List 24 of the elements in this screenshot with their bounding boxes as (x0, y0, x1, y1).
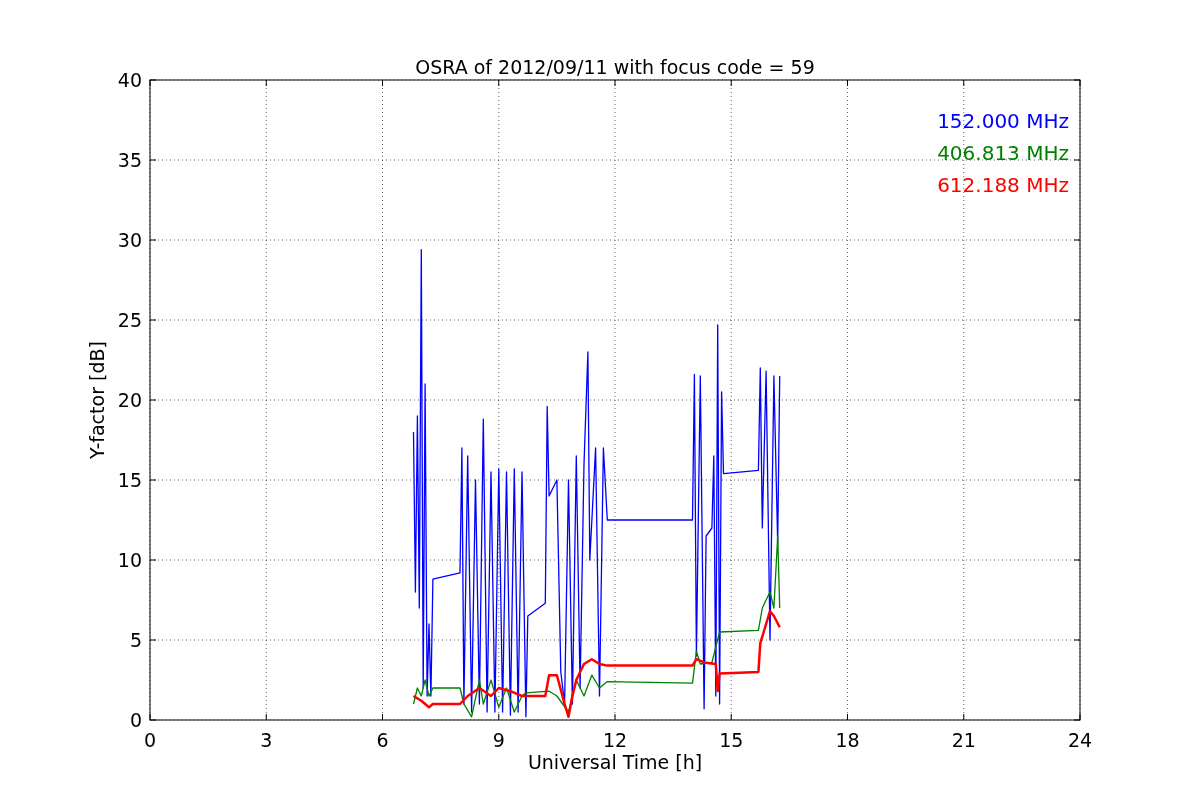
tick-label: 0 (129, 709, 142, 731)
legend-label: 406.813 MHz (937, 141, 1069, 165)
legend-label: 152.000 MHz (937, 109, 1069, 133)
legend-label: 612.188 MHz (937, 173, 1069, 197)
tick-label: 6 (376, 729, 389, 751)
x-axis-label: Universal Time [h] (527, 751, 703, 773)
tick-label: 25 (117, 309, 142, 331)
tick-label: 5 (129, 629, 142, 651)
tick-label: 24 (1067, 729, 1093, 751)
tick-label: 35 (117, 149, 142, 171)
tick-label: 21 (951, 729, 976, 751)
tick-label: 12 (602, 729, 628, 751)
tick-label: 15 (719, 729, 744, 751)
tick-label: 9 (492, 729, 505, 751)
tick-label: 18 (835, 729, 860, 751)
tick-label: 3 (260, 729, 273, 751)
tick-label: 10 (117, 549, 142, 571)
tick-label: 15 (117, 469, 142, 491)
tick-label: 20 (117, 389, 142, 411)
y-axis-label: Y-factor [dB] (86, 341, 108, 459)
chart-title: OSRA of 2012/09/11 with focus code = 59 (415, 56, 815, 78)
tick-label: 0 (143, 729, 157, 751)
tick-label: 40 (117, 69, 142, 91)
tick-label: 30 (117, 229, 142, 251)
